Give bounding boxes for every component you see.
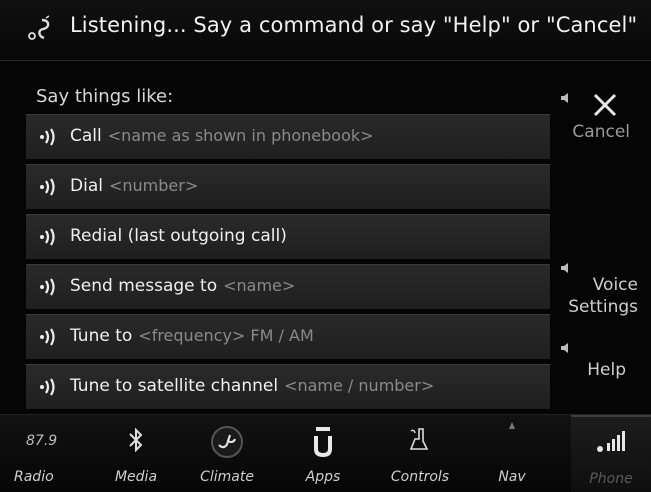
say-things-like-label: Say things like: [36,86,174,107]
voice-recognition-icon [28,15,50,40]
help-label: Help [587,360,626,380]
voice-settings-button[interactable]: Voice Settings [552,262,638,324]
speaker-icon [40,128,55,146]
radio-frequency: 87.9 [26,433,58,449]
tab-apps[interactable]: Apps [283,415,363,492]
tab-nav[interactable]: Nav [472,415,552,492]
close-icon [593,93,617,117]
tab-label: Climate [200,469,254,485]
tab-media[interactable]: Media [96,415,176,492]
command-parameter: <name / number> [284,376,435,395]
tab-label: Apps [305,469,341,485]
command-label: Dial [70,176,103,196]
speaker-icon [40,178,55,196]
speaker-icon [40,328,55,346]
command-label: Send message to [70,276,218,296]
cancel-button[interactable]: Cancel [560,92,636,146]
command-list: Call <name as shown in phonebook> Dial <nu… [26,114,550,414]
command-dial[interactable]: Dial <number> [26,164,550,209]
tab-label: Nav [498,469,526,485]
apps-icon [314,427,332,457]
command-call[interactable]: Call <name as shown in phonebook> [26,114,550,159]
controls-icon [409,428,429,450]
help-button[interactable]: Help [560,342,630,384]
command-parameter: <number> [108,176,199,195]
command-parameter: <name as shown in phonebook> [107,126,374,145]
voice-label-line1: Voice [592,275,638,295]
command-label: Tune to [70,326,133,346]
command-send-message[interactable]: Send message to <name> [26,264,550,309]
phone-signal-icon [597,431,625,452]
tab-label: Phone [589,471,633,487]
speaker-icon [40,278,55,296]
tab-label: Controls [390,469,450,485]
voice-status-bar: Listening... Say a command or say "Help"… [0,0,651,61]
tab-climate[interactable]: Climate [187,415,267,492]
tab-label: Radio [14,469,54,485]
command-parameter: <name> [223,276,296,295]
command-label: Call [70,126,102,146]
command-label: Redial (last outgoing call) [70,226,287,246]
climate-icon [211,426,243,458]
voice-label-line2: Settings [568,297,638,317]
tab-controls[interactable]: Controls [380,415,460,492]
voice-command-screen: Listening... Say a command or say "Help"… [0,0,651,492]
speaker-icon [40,228,55,246]
nav-icon [509,422,515,429]
command-redial[interactable]: Redial (last outgoing call) [26,214,550,259]
voice-settings-label: Voice Settings [568,274,638,318]
listening-status-text: Listening... Say a command or say "Help"… [70,13,638,37]
speaker-small-icon [561,263,568,273]
speaker-small-icon [561,343,568,353]
tab-label: Media [114,469,158,485]
bluetooth-icon [129,427,143,453]
command-tune-to[interactable]: Tune to <frequency> FM / AM [26,314,550,359]
speaker-icon [40,378,55,396]
tab-phone[interactable]: Phone [571,415,651,492]
command-parameter: <frequency> FM / AM [138,326,314,345]
cancel-label: Cancel [572,122,630,142]
tab-radio[interactable]: 87.9 Radio [0,415,80,492]
bottom-navigation-bar: 87.9 Radio Media Climate Apps Controls N… [0,414,651,492]
speaker-small-icon [561,93,568,103]
command-label: Tune to satellite channel [70,376,279,396]
command-tune-satellite[interactable]: Tune to satellite channel <name / number> [26,364,550,409]
